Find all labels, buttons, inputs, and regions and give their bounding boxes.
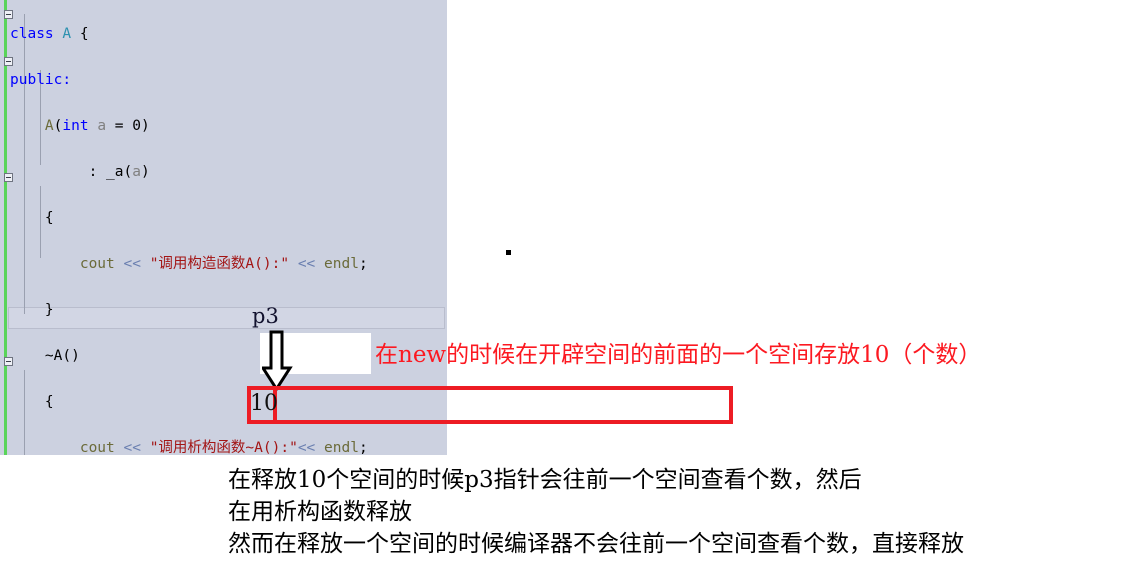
semicolon-1: ; — [358, 256, 368, 272]
code-line-2: public: — [10, 69, 368, 92]
string-literal-dtor: "调用析构函数~A():" — [149, 440, 298, 455]
memory-layout-rectangle — [247, 386, 733, 424]
count-cell-value: 10 — [250, 391, 278, 416]
param-a: a — [97, 118, 107, 134]
init-list-close: ) — [140, 164, 150, 180]
cout-stream: cout — [79, 256, 115, 272]
down-arrow-icon — [262, 330, 293, 392]
brace-open: { — [71, 26, 89, 42]
code-line-1: class A { — [10, 23, 368, 46]
bottom-annotation-block: 在释放10个空间的时候p3指针会往前一个空间查看个数，然后 在用析构函数释放 然… — [228, 464, 1128, 560]
code-line-6: cout << "调用构造函数A():" << endl; — [10, 253, 368, 276]
red-annotation-text: 在new的时候在开辟空间的前面的一个空间存放10（个数） — [375, 342, 982, 368]
bottom-annotation-line-2: 在用析构函数释放 — [228, 499, 412, 525]
endl-manipulator-1: endl — [324, 256, 359, 272]
dtor-body-open: { — [10, 394, 54, 410]
code-line-5: { — [10, 207, 368, 230]
change-indicator-bar — [4, 0, 7, 455]
ctor-body-close: } — [10, 302, 54, 318]
endl-manipulator-2: endl — [324, 440, 359, 455]
constructor-name: A — [44, 118, 54, 134]
init-list: : _a( — [10, 164, 133, 180]
ctor-body-open: { — [10, 210, 54, 226]
param-default: = 0) — [106, 118, 150, 134]
keyword-int-param: int — [62, 118, 89, 134]
code-line-7: } — [10, 299, 368, 322]
shift-operator-4: << — [297, 440, 316, 455]
bottom-annotation-line-1: 在释放10个空间的时候p3指针会往前一个空间查看个数，然后 — [228, 467, 862, 493]
bottom-annotation-line-3: 然而在释放一个空间的时候编译器不会往前一个空间查看个数，直接释放 — [228, 531, 964, 557]
init-arg-a: a — [132, 164, 141, 180]
code-line-4: : _a(a) — [10, 161, 368, 184]
code-line-3: A(int a = 0) — [10, 115, 368, 138]
shift-operator-3: << — [123, 440, 141, 455]
string-literal-ctor: "调用构造函数A():" — [149, 256, 290, 272]
semicolon-2: ; — [358, 440, 368, 455]
destructor-decl: ~A() — [10, 348, 80, 364]
pointer-label-p3: p3 — [252, 304, 279, 328]
keyword-class: class — [10, 26, 54, 42]
access-specifier-public: public: — [10, 72, 72, 88]
stray-dot-mark — [506, 250, 511, 255]
type-name-a: A — [62, 26, 72, 42]
shift-operator-2: << — [297, 256, 316, 272]
code-line-10: cout << "调用析构函数~A():"<< endl; — [10, 437, 368, 455]
cout-stream-2: cout — [79, 440, 115, 455]
shift-operator-1: << — [123, 256, 141, 272]
